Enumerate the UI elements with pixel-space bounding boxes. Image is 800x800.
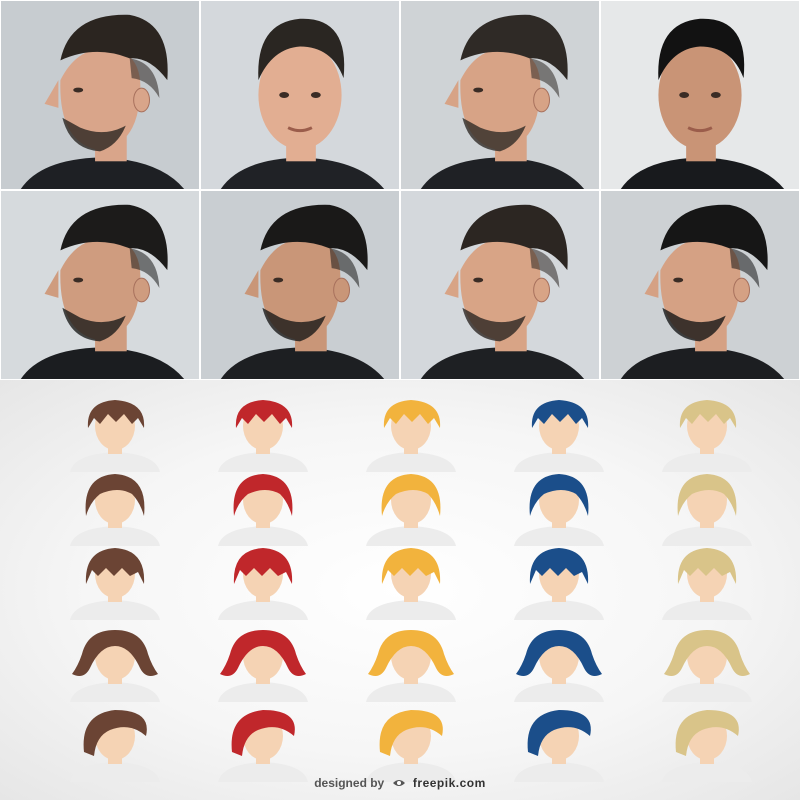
freepik-credit: designed by freepik.com	[0, 776, 800, 790]
hairstyle-avatar-asymmetric-bob-blue-hair	[504, 704, 614, 782]
hairstyle-avatar-asymmetric-bob-golden-hair	[356, 704, 466, 782]
hairstyle-illustration-panel: designed by freepik.com	[0, 380, 800, 800]
haircut-photo	[200, 0, 400, 190]
hairstyle-avatar-asymmetric-bob-red-hair	[208, 704, 318, 782]
hairstyle-avatar-fringe-bob-blonde-hair	[652, 542, 762, 620]
hairstyle-avatar-fringe-bob-golden-hair	[356, 542, 466, 620]
hairstyle-avatar-side-swept-bob-blonde-hair	[652, 468, 762, 546]
hairstyle-avatar-side-swept-bob-red-hair	[208, 468, 318, 546]
collage: designed by freepik.com	[0, 0, 800, 800]
haircut-photo	[400, 190, 600, 380]
credit-prefix: designed by	[314, 776, 385, 790]
hairstyle-avatar-short-messy-golden-hair	[356, 394, 466, 472]
hairstyle-avatar-wavy-bob-golden-hair	[356, 624, 466, 702]
hairstyle-avatar-wavy-bob-blonde-hair	[652, 624, 762, 702]
hairstyle-avatar-wavy-bob-red-hair	[208, 624, 318, 702]
hairstyle-avatar-side-swept-bob-brown-hair	[60, 468, 170, 546]
credit-brand: freepik.com	[412, 776, 486, 790]
haircut-photo	[0, 190, 200, 380]
hairstyle-avatar-grid	[20, 386, 780, 782]
hairstyle-avatar-short-messy-brown-hair	[60, 394, 170, 472]
hairstyle-avatar-side-swept-bob-blue-hair	[504, 468, 614, 546]
hairstyle-avatar-wavy-bob-blue-hair	[504, 624, 614, 702]
hairstyle-avatar-asymmetric-bob-brown-hair	[60, 704, 170, 782]
hairstyle-avatar-fringe-bob-blue-hair	[504, 542, 614, 620]
hairstyle-avatar-fringe-bob-brown-hair	[60, 542, 170, 620]
haircut-photo-grid	[0, 0, 800, 380]
hairstyle-avatar-side-swept-bob-golden-hair	[356, 468, 466, 546]
hairstyle-avatar-wavy-bob-brown-hair	[60, 624, 170, 702]
hairstyle-avatar-short-messy-red-hair	[208, 394, 318, 472]
hairstyle-avatar-fringe-bob-red-hair	[208, 542, 318, 620]
haircut-photo	[200, 190, 400, 380]
hairstyle-avatar-short-messy-blue-hair	[504, 394, 614, 472]
haircut-photo	[600, 190, 800, 380]
haircut-photo	[400, 0, 600, 190]
hairstyle-avatar-short-messy-blonde-hair	[652, 394, 762, 472]
haircut-photo	[0, 0, 200, 190]
freepik-logo-icon	[392, 780, 405, 786]
haircut-photo	[600, 0, 800, 190]
hairstyle-avatar-asymmetric-bob-blonde-hair	[652, 704, 762, 782]
